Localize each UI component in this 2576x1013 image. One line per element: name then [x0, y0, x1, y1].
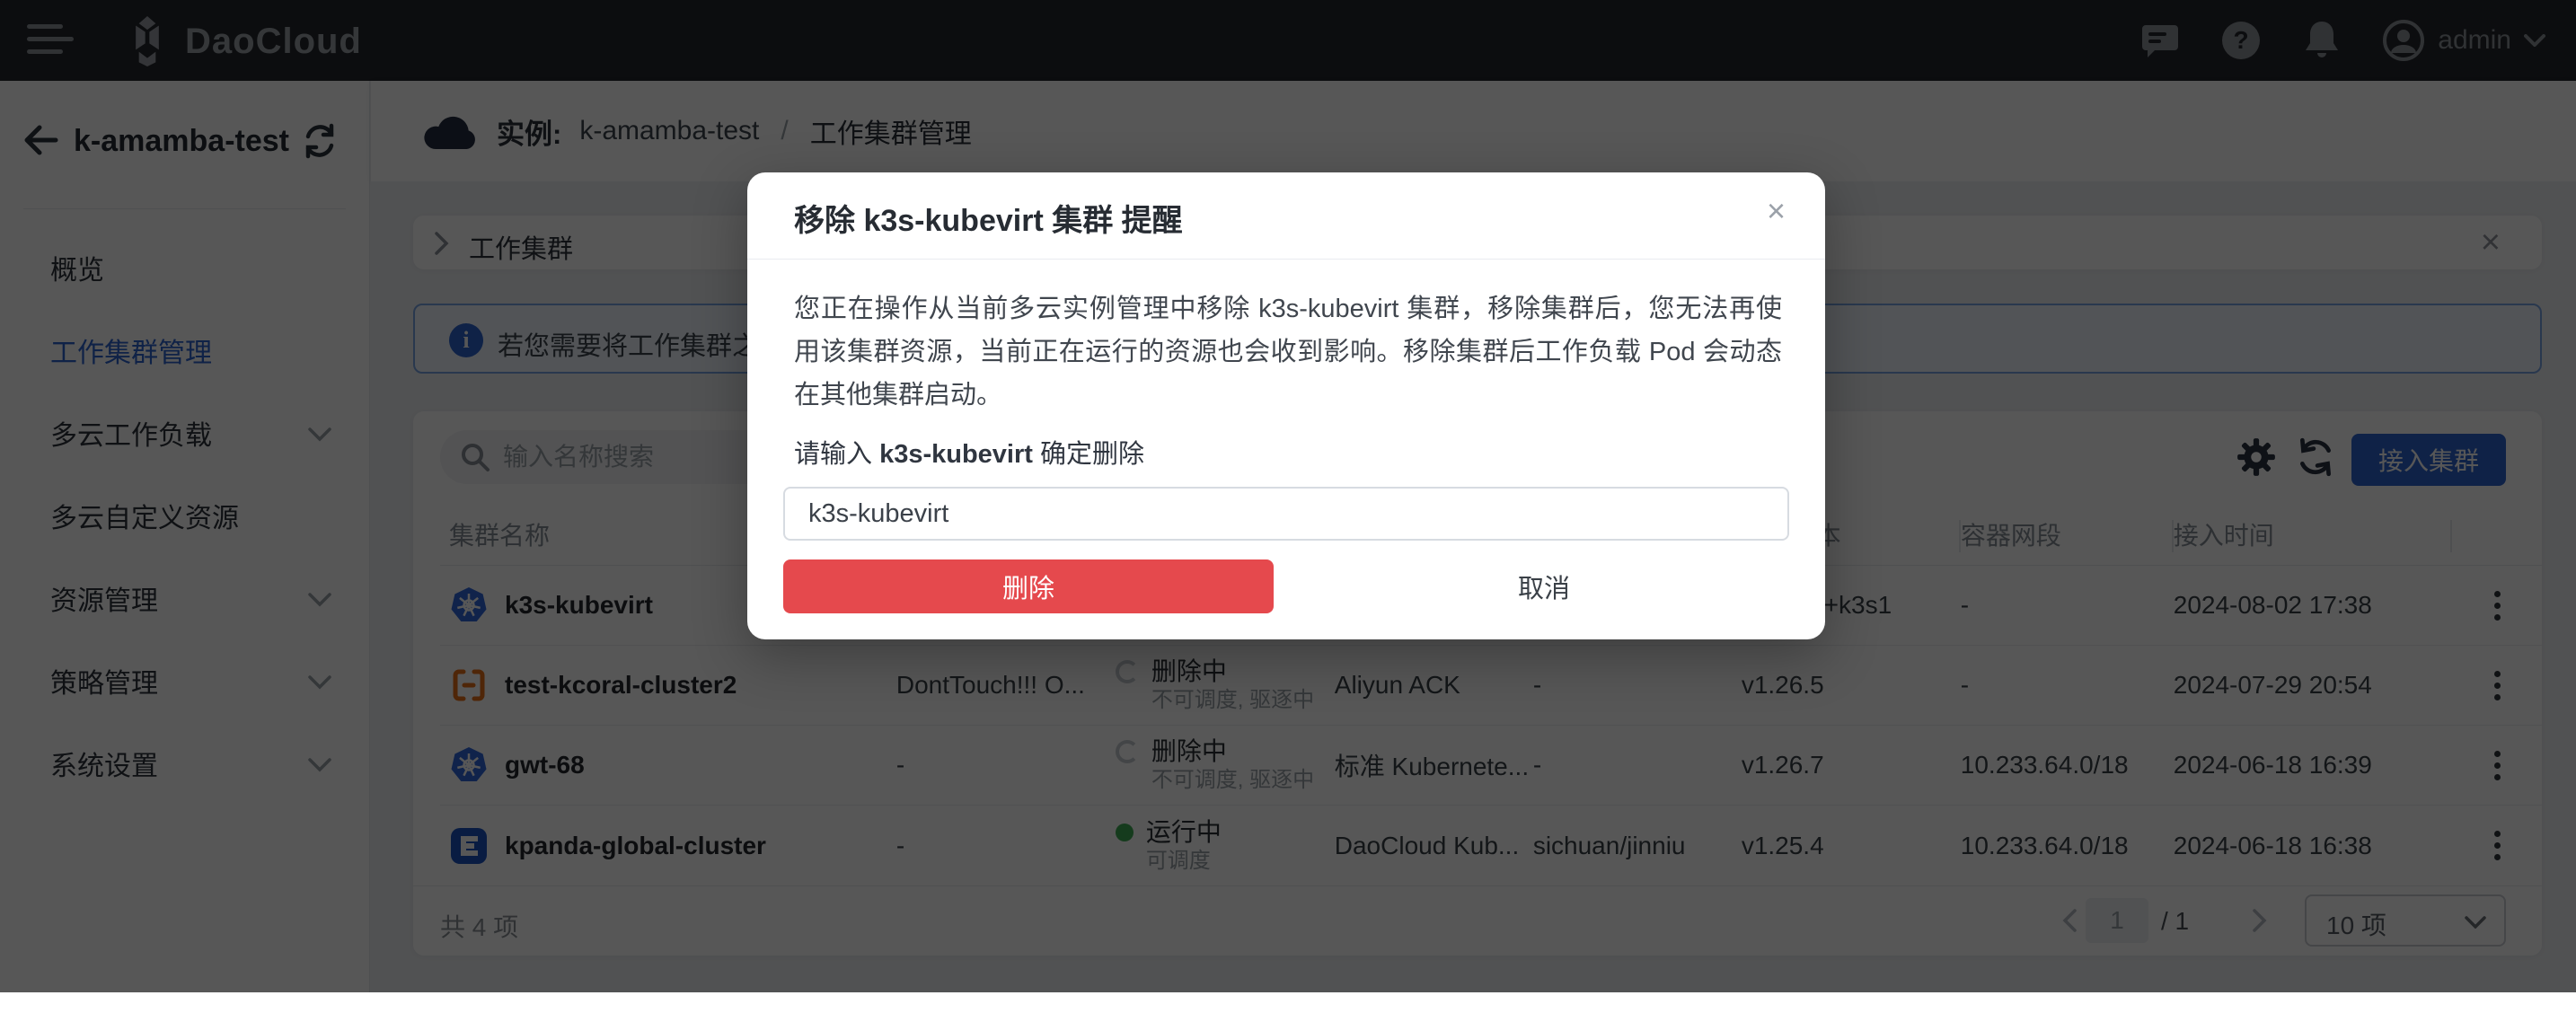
- modal-body-text: 您正在操作从当前多云实例管理中移除 k3s-kubevirt 集群，移除集群后，…: [794, 295, 1782, 410]
- divider: [747, 259, 1825, 260]
- confirm-prompt: 请输入 k3s-kubevirt 确定删除: [794, 440, 1144, 469]
- confirm-name-input[interactable]: [783, 487, 1789, 541]
- close-icon[interactable]: ×: [1767, 192, 1786, 230]
- remove-cluster-modal: 移除 k3s-kubevirt 集群 提醒 × 您正在操作从当前多云实例管理中移…: [747, 172, 1825, 639]
- delete-button[interactable]: 删除: [783, 559, 1274, 613]
- cluster-name-to-confirm: k3s-kubevirt: [879, 440, 1033, 469]
- cancel-button[interactable]: 取消: [1299, 559, 1789, 613]
- screen: DaoCloud ? admin: [0, 0, 2576, 1013]
- modal-title: 移除 k3s-kubevirt 集群 提醒: [794, 204, 1183, 238]
